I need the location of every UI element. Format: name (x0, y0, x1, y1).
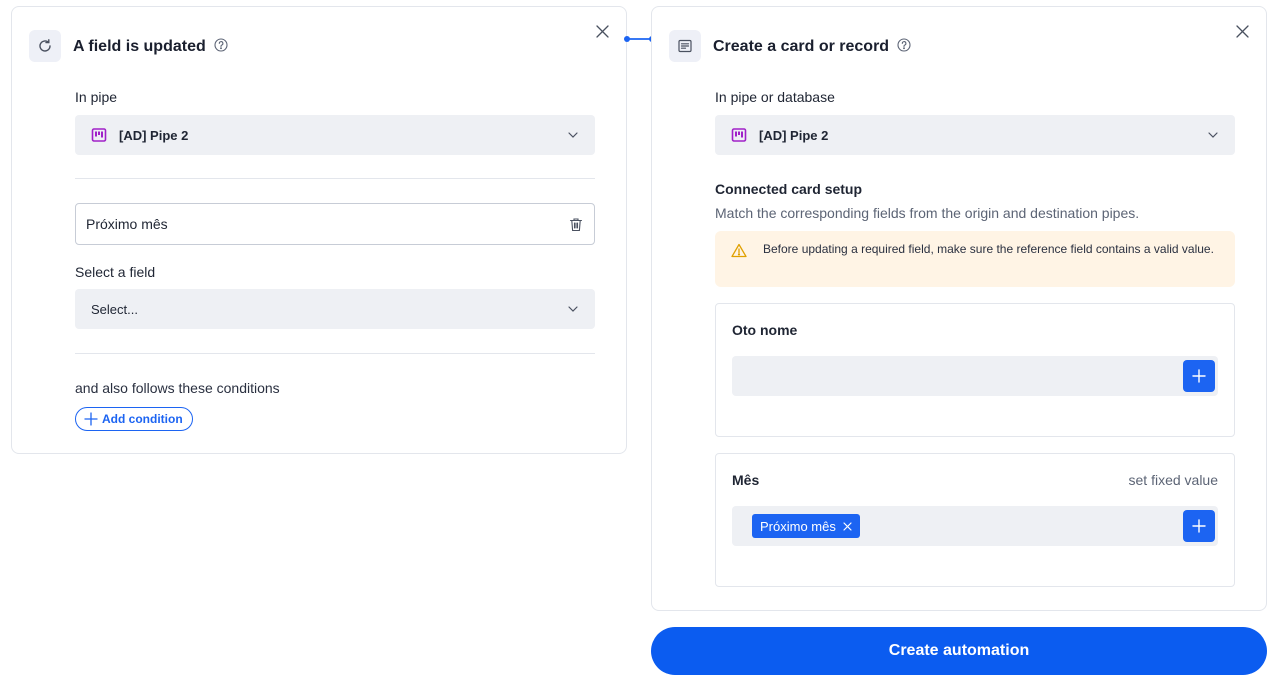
plus-icon (1192, 519, 1206, 533)
plus-icon (1192, 369, 1206, 383)
pipe-database-select[interactable]: [AD] Pipe 2 (715, 115, 1235, 155)
select-field-label: Select a field (75, 264, 156, 280)
warning-banner: Before updating a required field, make s… (715, 231, 1235, 287)
trigger-title: A field is updated (73, 38, 228, 56)
field-mapping-input[interactable] (732, 356, 1218, 396)
pipe-database-label: In pipe or database (715, 89, 835, 105)
action-title: Create a card or record (713, 38, 911, 56)
set-fixed-value-link[interactable]: set fixed value (1129, 472, 1219, 488)
add-condition-button[interactable]: Add condition (75, 407, 193, 431)
warning-text: Before updating a required field, make s… (763, 242, 1214, 256)
add-value-button[interactable] (1183, 360, 1215, 392)
field-select-placeholder: Select... (91, 301, 138, 317)
card-icon (669, 30, 701, 62)
field-mapping-card: Mês set fixed value Próximo mês (715, 453, 1235, 587)
divider (75, 353, 595, 354)
connected-setup-description: Match the corresponding fields from the … (715, 205, 1140, 221)
connected-setup-title: Connected card setup (715, 181, 863, 197)
add-condition-label: Add condition (102, 412, 183, 426)
close-icon[interactable] (594, 23, 610, 39)
chevron-down-icon (567, 129, 579, 141)
plus-icon (84, 412, 98, 426)
trigger-panel: A field is updated In pipe [AD] Pipe 2 P… (11, 6, 627, 454)
chevron-down-icon (567, 303, 579, 315)
pipe-select-value: [AD] Pipe 2 (119, 127, 189, 143)
field-mapping-input[interactable]: Próximo mês (732, 506, 1218, 546)
pipe-database-value: [AD] Pipe 2 (759, 127, 829, 143)
mapped-field-chip-label: Próximo mês (760, 518, 836, 534)
field-mapping-label: Oto nome (732, 322, 798, 338)
field-mapping-label: Mês (732, 472, 760, 488)
pipe-icon (731, 127, 747, 143)
question-circle-icon[interactable] (897, 38, 911, 52)
trigger-title-text: A field is updated (73, 38, 206, 55)
selected-field-box[interactable]: Próximo mês (75, 203, 595, 245)
field-select[interactable]: Select... (75, 289, 595, 329)
pipe-icon (91, 127, 107, 143)
pipe-label: In pipe (75, 89, 118, 105)
trash-icon[interactable] (568, 216, 584, 232)
action-panel: Create a card or record In pipe or datab… (651, 6, 1267, 611)
conditions-text: and also follows these conditions (75, 380, 280, 396)
question-circle-icon[interactable] (214, 38, 228, 52)
action-title-text: Create a card or record (713, 38, 890, 55)
chevron-down-icon (1207, 129, 1219, 141)
pipe-select[interactable]: [AD] Pipe 2 (75, 115, 595, 155)
divider (75, 178, 595, 179)
refresh-icon (29, 30, 61, 62)
close-icon[interactable] (1234, 23, 1250, 39)
field-mapping-card: Oto nome (715, 303, 1235, 437)
mapped-field-chip: Próximo mês (752, 514, 860, 538)
close-icon[interactable] (843, 521, 852, 531)
add-value-button[interactable] (1183, 510, 1215, 542)
selected-field-name: Próximo mês (86, 216, 168, 232)
create-automation-button[interactable]: Create automation (651, 627, 1267, 675)
warning-icon (731, 243, 747, 259)
